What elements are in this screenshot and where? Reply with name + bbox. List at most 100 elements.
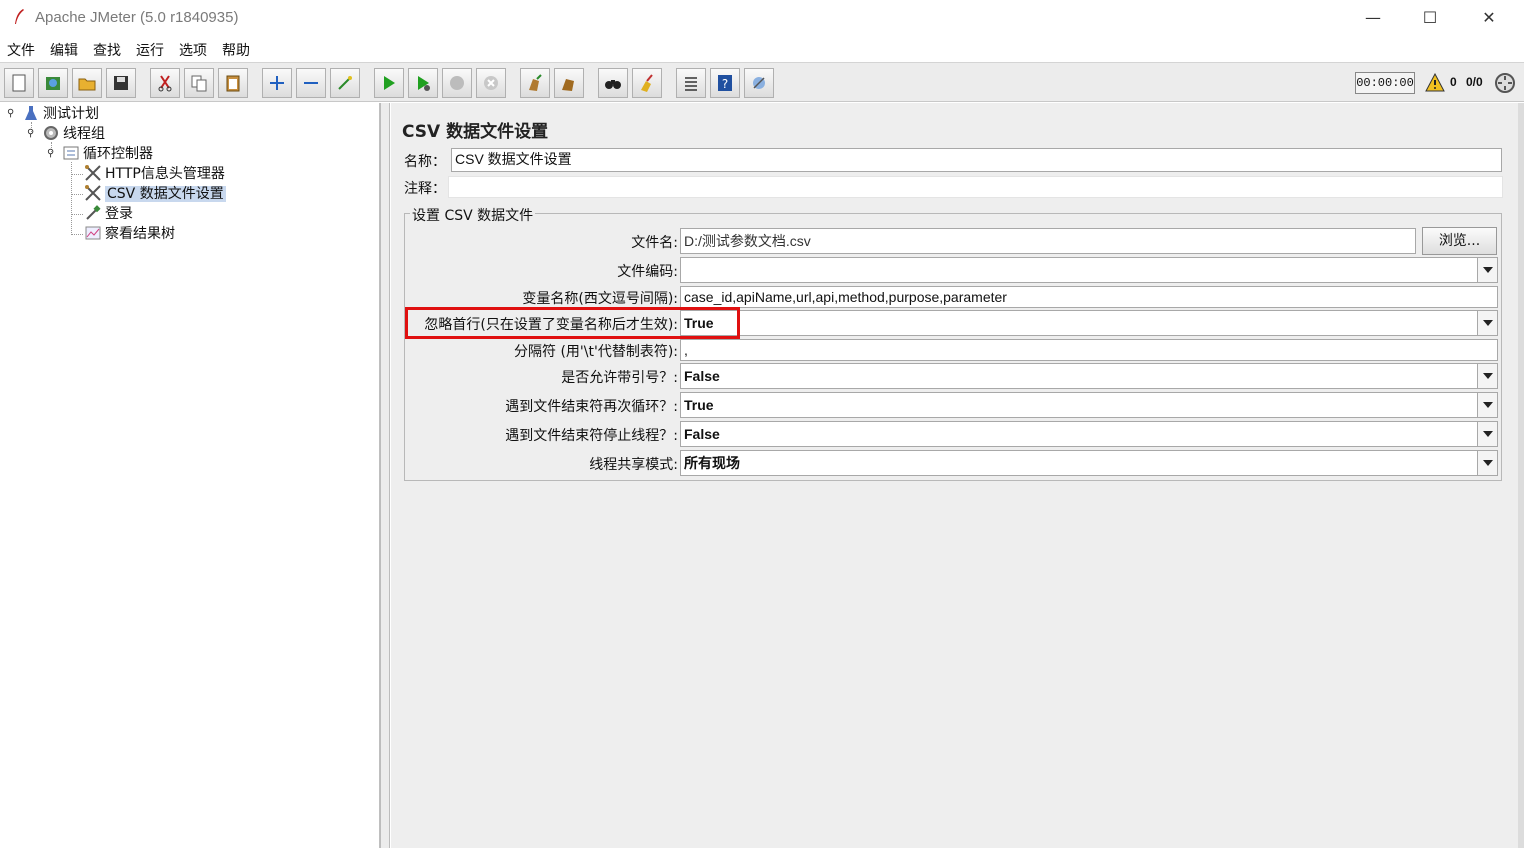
stop-thread-combo[interactable]: False bbox=[680, 421, 1498, 447]
open-button[interactable] bbox=[72, 68, 102, 98]
tree-item-login[interactable]: 登录 bbox=[84, 204, 133, 224]
active-threads: 0/0 bbox=[1466, 75, 1483, 89]
toggle-button[interactable] bbox=[330, 68, 360, 98]
tree-connector bbox=[71, 162, 72, 235]
pane-splitter[interactable] bbox=[380, 103, 390, 848]
right-edge-bar bbox=[1518, 103, 1524, 848]
tree-connector bbox=[71, 174, 83, 175]
tree-item-loop-controller[interactable]: 循环控制器 bbox=[62, 144, 153, 164]
menu-search[interactable]: 查找 bbox=[93, 40, 121, 60]
remote-button[interactable] bbox=[744, 68, 774, 98]
csv-settings-legend: 设置 CSV 数据文件 bbox=[410, 205, 536, 225]
filename-label: 文件名: bbox=[631, 235, 678, 251]
title-bar: Apache JMeter (5.0 r1840935) — ☐ ✕ bbox=[0, 0, 1524, 36]
shutdown-button[interactable] bbox=[476, 68, 506, 98]
panel-title: CSV 数据文件设置 bbox=[402, 122, 549, 142]
share-mode-combo[interactable]: 所有现场 bbox=[680, 450, 1498, 476]
function-helper-button[interactable] bbox=[676, 68, 706, 98]
reset-search-broom-icon bbox=[641, 74, 653, 92]
help-question-icon: ? bbox=[718, 75, 732, 91]
search-button[interactable] bbox=[598, 68, 628, 98]
test-plan-flask-icon bbox=[25, 106, 37, 120]
close-button[interactable]: ✕ bbox=[1466, 6, 1512, 30]
svg-text:?: ? bbox=[722, 77, 728, 91]
tree-toggle-test-plan[interactable]: ⚲ bbox=[7, 109, 17, 119]
menu-help[interactable]: 帮助 bbox=[222, 40, 250, 60]
delimiter-field[interactable]: , bbox=[680, 339, 1498, 361]
start-no-pauses-button[interactable] bbox=[408, 68, 438, 98]
stop-button[interactable] bbox=[442, 68, 472, 98]
clear-button[interactable] bbox=[520, 68, 550, 98]
paste-button[interactable] bbox=[218, 68, 248, 98]
tree-item-thread-group[interactable]: 线程组 bbox=[42, 124, 105, 144]
varnames-label: 变量名称(西文逗号间隔): bbox=[522, 291, 678, 307]
menu-options[interactable]: 选项 bbox=[179, 40, 207, 60]
clear-all-button[interactable] bbox=[554, 68, 584, 98]
paste-clipboard-icon bbox=[226, 75, 240, 92]
reset-search-button[interactable] bbox=[632, 68, 662, 98]
broom-clear-icon bbox=[529, 74, 542, 91]
new-file-icon bbox=[12, 74, 26, 92]
tree-connector bbox=[71, 234, 83, 235]
menu-bar: 文件 编辑 查找 运行 选项 帮助 bbox=[0, 36, 1524, 62]
save-button[interactable] bbox=[106, 68, 136, 98]
cut-button[interactable] bbox=[150, 68, 180, 98]
tree-item-csv-data-set[interactable]: CSV 数据文件设置 bbox=[84, 184, 226, 204]
browse-button[interactable]: 浏览... bbox=[1422, 227, 1497, 255]
expand-button[interactable] bbox=[262, 68, 292, 98]
list-icon bbox=[685, 77, 697, 91]
filename-field[interactable]: D:/测试参数文档.csv bbox=[680, 228, 1416, 254]
tree-item-test-plan[interactable]: 测试计划 bbox=[22, 104, 99, 124]
menu-run[interactable]: 运行 bbox=[136, 40, 164, 60]
wrench-tools-icon bbox=[85, 165, 101, 181]
recycle-value: True bbox=[684, 397, 714, 413]
elapsed-timer: 00:00:00 bbox=[1355, 72, 1415, 94]
chevron-down-icon[interactable] bbox=[1477, 364, 1497, 388]
chevron-down-icon[interactable] bbox=[1477, 451, 1497, 475]
chevron-down-icon[interactable] bbox=[1477, 422, 1497, 446]
chevron-down-icon[interactable] bbox=[1477, 393, 1497, 417]
comment-field[interactable] bbox=[448, 176, 1503, 198]
results-chart-icon bbox=[85, 226, 101, 240]
broom-clear-all-icon bbox=[562, 79, 574, 91]
templates-button[interactable] bbox=[38, 68, 68, 98]
copy-button[interactable] bbox=[184, 68, 214, 98]
chevron-down-icon[interactable] bbox=[1477, 258, 1497, 282]
comment-label: 注释： bbox=[404, 181, 446, 197]
recycle-label: 遇到文件结束符再次循环？: bbox=[505, 399, 678, 415]
maximize-button[interactable]: ☐ bbox=[1407, 6, 1453, 30]
new-button[interactable] bbox=[4, 68, 34, 98]
tree-toggle-thread-group[interactable]: ⚲ bbox=[27, 129, 37, 139]
menu-file[interactable]: 文件 bbox=[7, 40, 35, 60]
varnames-field[interactable]: case_id,apiName,url,api,method,purpose,p… bbox=[680, 286, 1498, 308]
minus-icon bbox=[304, 82, 318, 84]
encoding-label: 文件编码: bbox=[617, 264, 678, 280]
annotation-highlight-box bbox=[405, 307, 740, 339]
save-disk-icon bbox=[114, 76, 128, 90]
open-folder-icon bbox=[78, 78, 96, 91]
window-title: Apache JMeter (5.0 r1840935) bbox=[35, 9, 239, 26]
encoding-combo[interactable] bbox=[680, 257, 1498, 283]
copy-icon bbox=[191, 75, 207, 92]
toolbar: ? bbox=[0, 62, 1524, 102]
collapse-button[interactable] bbox=[296, 68, 326, 98]
start-button[interactable] bbox=[374, 68, 404, 98]
gear-icon bbox=[44, 126, 58, 140]
warning-icon[interactable] bbox=[1425, 73, 1445, 92]
chevron-down-icon[interactable] bbox=[1477, 311, 1497, 335]
tree-item-results-tree[interactable]: 察看结果树 bbox=[84, 224, 175, 244]
help-button[interactable]: ? bbox=[710, 68, 740, 98]
toggle-wand-icon bbox=[338, 76, 352, 90]
minimize-button[interactable]: — bbox=[1350, 6, 1396, 30]
allow-quoted-combo[interactable]: False bbox=[680, 363, 1498, 389]
name-field[interactable]: CSV 数据文件设置 bbox=[451, 148, 1502, 172]
jmeter-feather-icon bbox=[15, 9, 24, 24]
tree-item-http-header-manager[interactable]: HTTP信息头管理器 bbox=[84, 164, 225, 184]
allow-quoted-value: False bbox=[684, 368, 720, 384]
templates-icon bbox=[46, 77, 60, 90]
pipette-sampler-icon bbox=[86, 205, 101, 220]
menu-edit[interactable]: 编辑 bbox=[50, 40, 78, 60]
recycle-combo[interactable]: True bbox=[680, 392, 1498, 418]
tree-toggle-loop-controller[interactable]: ⚲ bbox=[47, 149, 57, 159]
ignore-first-line-combo[interactable]: True bbox=[680, 310, 1498, 336]
